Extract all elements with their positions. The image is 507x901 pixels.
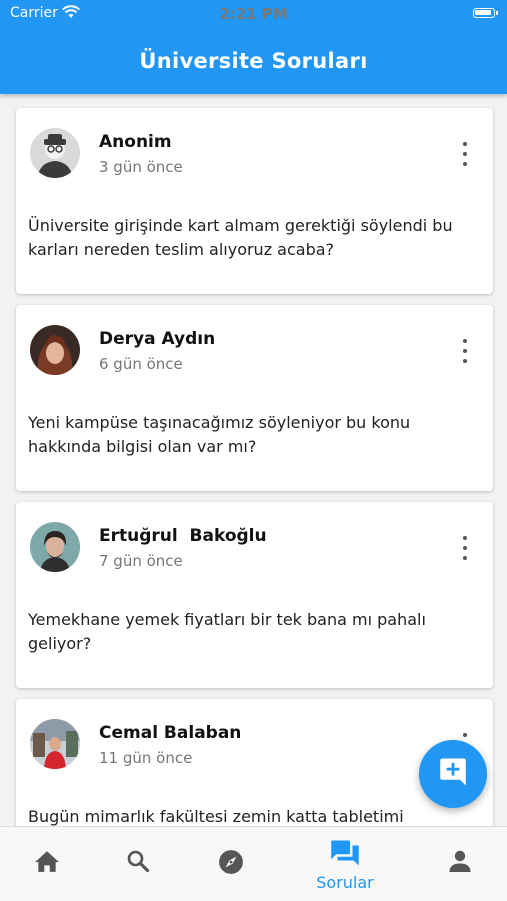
avatar[interactable] bbox=[30, 128, 80, 178]
author-name: Derya Aydın bbox=[99, 329, 216, 349]
clock: 2:21 PM bbox=[219, 5, 288, 23]
question-feed[interactable]: Anonim 3 gün önce Üniversite girişinde k… bbox=[0, 94, 507, 826]
battery-icon bbox=[473, 8, 498, 18]
nav-home[interactable] bbox=[0, 827, 97, 901]
nav-explore[interactable] bbox=[181, 827, 281, 901]
more-options-icon[interactable] bbox=[455, 142, 475, 166]
author-name: Ertuğrul Bakoğlu bbox=[99, 526, 267, 546]
nav-questions[interactable]: Sorular bbox=[295, 827, 395, 901]
compass-icon bbox=[218, 827, 244, 879]
nav-search[interactable] bbox=[88, 827, 188, 901]
forum-icon bbox=[330, 827, 360, 871]
nav-questions-label: Sorular bbox=[316, 873, 374, 892]
question-card[interactable]: Derya Aydın 6 gün önce Yeni kampüse taşı… bbox=[16, 305, 493, 491]
author-name: Cemal Balaban bbox=[99, 723, 242, 743]
search-icon bbox=[126, 827, 150, 877]
avatar[interactable] bbox=[30, 325, 80, 375]
home-icon bbox=[34, 827, 60, 877]
post-time: 3 gün önce bbox=[99, 158, 183, 176]
nav-profile[interactable] bbox=[410, 827, 507, 901]
question-card[interactable]: Ertuğrul Bakoğlu 7 gün önce Yemekhane ye… bbox=[16, 502, 493, 688]
question-text: Bugün mimarlık fakültesi zemin katta tab… bbox=[28, 807, 404, 826]
avatar[interactable] bbox=[30, 719, 80, 769]
bottom-navigation: Sorular bbox=[0, 826, 507, 901]
more-options-icon[interactable] bbox=[455, 339, 475, 363]
add-question-button[interactable] bbox=[419, 740, 487, 808]
author-name: Anonim bbox=[99, 132, 172, 152]
avatar[interactable] bbox=[30, 522, 80, 572]
post-time: 7 gün önce bbox=[99, 552, 183, 570]
question-text: Üniversite girişinde kart almam gerektiğ… bbox=[28, 216, 453, 259]
question-text: Yeni kampüse taşınacağımız söyleniyor bu… bbox=[28, 413, 411, 456]
post-time: 6 gün önce bbox=[99, 355, 183, 373]
add-comment-icon bbox=[436, 755, 470, 793]
page-title: Üniversite Soruları bbox=[139, 49, 368, 73]
status-bar: Carrier 2:21 PM bbox=[0, 0, 507, 28]
person-icon bbox=[448, 827, 472, 877]
question-text: Yemekhane yemek fiyatları bir tek bana m… bbox=[28, 610, 426, 653]
post-time: 11 gün önce bbox=[99, 749, 193, 767]
app-bar: Üniversite Soruları bbox=[0, 28, 507, 94]
question-card[interactable]: Anonim 3 gün önce Üniversite girişinde k… bbox=[16, 108, 493, 294]
more-options-icon[interactable] bbox=[455, 536, 475, 560]
